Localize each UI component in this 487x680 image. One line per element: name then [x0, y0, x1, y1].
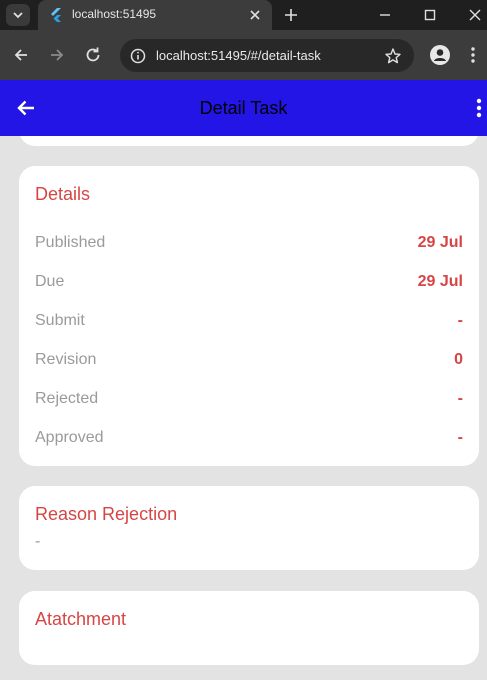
forward-nav-icon[interactable] — [47, 45, 67, 65]
approved-label: Approved — [35, 429, 104, 446]
due-label: Due — [35, 273, 65, 290]
browser-toolbar: localhost:51495/#/detail-task — [0, 30, 487, 80]
published-value: 29 Jul — [417, 234, 463, 251]
reload-icon[interactable] — [83, 45, 103, 65]
person-icon — [434, 49, 446, 61]
submit-value: - — [457, 312, 463, 329]
page-title: Detail Task — [199, 98, 288, 118]
flutter-icon — [51, 8, 61, 22]
minimize-icon[interactable] — [376, 6, 394, 24]
chevron-down-icon — [13, 12, 23, 19]
url-text: localhost:51495/#/detail-task — [156, 48, 321, 63]
browser-tab-strip: localhost:51495 — [0, 0, 487, 30]
approved-value: - — [457, 429, 463, 446]
rejected-value: - — [457, 390, 463, 407]
tab-title: localhost:51495 — [72, 7, 157, 21]
bookmark-star-icon[interactable] — [384, 47, 402, 65]
reason-rejection-card: Reason Rejection - — [19, 486, 479, 570]
tab-search-button[interactable] — [6, 4, 30, 26]
back-nav-icon[interactable] — [11, 45, 31, 65]
address-bar[interactable]: localhost:51495/#/detail-task — [120, 39, 414, 72]
browser-tab[interactable]: localhost:51495 — [38, 0, 272, 30]
profile-avatar[interactable] — [430, 45, 450, 65]
submit-label: Submit — [35, 312, 85, 329]
new-tab-icon[interactable] — [282, 6, 300, 24]
published-label: Published — [35, 234, 106, 251]
close-tab-icon[interactable] — [248, 8, 262, 22]
revision-label: Revision — [35, 351, 97, 368]
attachment-title: Atatchment — [35, 609, 127, 629]
previous-card — [19, 136, 479, 146]
reason-rejection-text: - — [35, 533, 41, 550]
details-card: Details Published 29 Jul Due 29 Jul Subm… — [19, 166, 479, 466]
rejected-label: Rejected — [35, 390, 99, 407]
maximize-icon[interactable] — [421, 6, 439, 24]
revision-value: 0 — [454, 351, 463, 368]
reason-rejection-title: Reason Rejection — [35, 504, 178, 524]
details-title: Details — [35, 184, 91, 204]
task-detail-content[interactable]: Details Published 29 Jul Due 29 Jul Subm… — [0, 136, 487, 680]
browser-menu-icon[interactable] — [466, 45, 480, 65]
attachment-card: Atatchment — [19, 591, 479, 665]
more-vert-icon[interactable] — [472, 97, 486, 119]
due-value: 29 Jul — [417, 273, 463, 290]
app-bar: Detail Task — [0, 80, 487, 136]
site-info-icon[interactable] — [129, 47, 147, 65]
close-window-icon[interactable] — [466, 6, 484, 24]
